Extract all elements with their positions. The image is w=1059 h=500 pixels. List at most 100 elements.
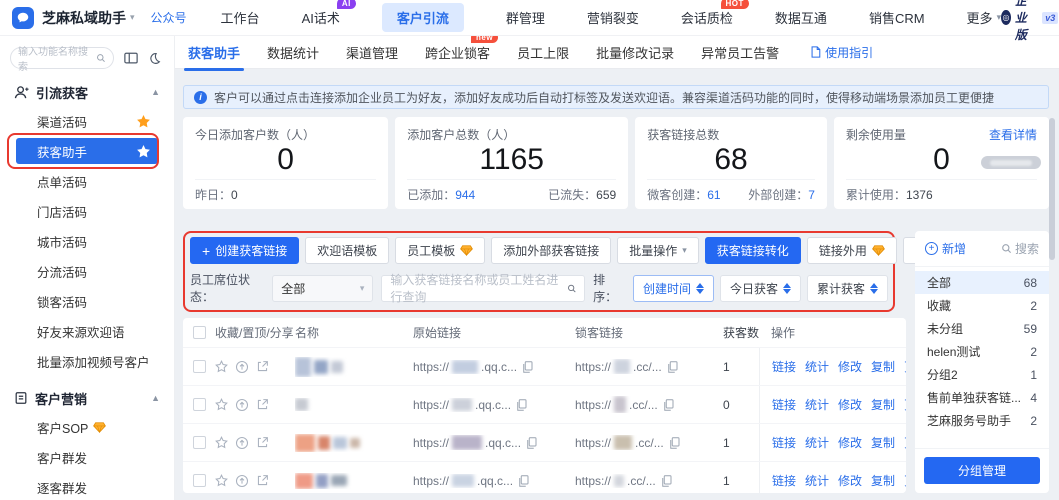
toolbar-button-1[interactable]: 欢迎语模板	[305, 237, 389, 264]
share-icon[interactable]	[256, 360, 269, 373]
nav-item-5[interactable]: 会话质检HOT	[681, 8, 733, 27]
sidebar-section-0[interactable]: 引流获客 ▲	[0, 78, 174, 106]
group-item-5[interactable]: 售前单独获客链...4	[915, 386, 1049, 409]
row-action-0[interactable]: 链接	[772, 358, 796, 375]
row-action-4[interactable]: 更多	[904, 396, 906, 413]
tab-5[interactable]: 批量修改记录	[596, 43, 674, 62]
sidebar-section-1[interactable]: 客户营销 ▲	[0, 384, 174, 412]
theme-moon-icon[interactable]	[148, 52, 161, 65]
row-checkbox[interactable]	[193, 474, 206, 487]
sidebar-item[interactable]: 锁客活码	[0, 286, 174, 316]
pin-top-icon[interactable]	[235, 436, 249, 450]
tab-1[interactable]: 数据统计	[267, 43, 319, 62]
page-scrollbar[interactable]	[1049, 118, 1055, 260]
sort-button-2[interactable]: 累计获客	[807, 275, 888, 302]
toolbar-button-5[interactable]: 获客链接转化	[705, 237, 801, 264]
row-action-2[interactable]: 修改	[838, 396, 862, 413]
sidebar-item[interactable]: 渠道活码	[0, 106, 174, 136]
star-icon[interactable]	[137, 115, 150, 128]
sort-button-1[interactable]: 今日获客	[720, 275, 801, 302]
copy-icon[interactable]	[663, 399, 674, 411]
pin-top-icon[interactable]	[235, 398, 249, 412]
nav-item-8[interactable]: 更多 ▾	[967, 8, 1002, 27]
select-all-checkbox[interactable]	[193, 326, 206, 339]
row-action-1[interactable]: 统计	[805, 472, 829, 489]
nav-item-1[interactable]: AI话术AI	[302, 8, 340, 27]
share-icon[interactable]	[256, 436, 269, 449]
collapsed-tag[interactable]	[981, 156, 1041, 169]
row-action-2[interactable]: 修改	[838, 358, 862, 375]
nav-item-7[interactable]: 销售CRM	[869, 8, 925, 27]
sidebar-item[interactable]: 获客助手	[16, 138, 158, 164]
sidebar-item[interactable]: 客户群发	[0, 442, 174, 472]
pin-top-icon[interactable]	[235, 360, 249, 374]
app-title-chevron-icon[interactable]: ▾	[130, 12, 135, 23]
sidebar-item[interactable]: 分流活码	[0, 256, 174, 286]
row-action-2[interactable]: 修改	[838, 434, 862, 451]
row-action-1[interactable]: 统计	[805, 434, 829, 451]
copy-icon[interactable]	[669, 437, 680, 449]
tab-2[interactable]: 渠道管理	[346, 43, 398, 62]
sidebar-item[interactable]: 好友来源欢迎语	[0, 316, 174, 346]
sidebar-item[interactable]: 城市活码	[0, 226, 174, 256]
toolbar-button-2[interactable]: 员工模板	[395, 237, 485, 264]
share-icon[interactable]	[256, 474, 269, 487]
toolbar-button-0[interactable]: + 创建获客链接	[190, 237, 299, 264]
sidebar-item[interactable]: 点单活码	[0, 166, 174, 196]
sidebar-item[interactable]: 门店活码	[0, 196, 174, 226]
copy-icon[interactable]	[661, 475, 672, 487]
row-checkbox[interactable]	[193, 360, 206, 373]
add-group-button[interactable]: + 新增	[925, 240, 966, 257]
group-item-4[interactable]: 分组21	[915, 363, 1049, 386]
row-action-3[interactable]: 复制	[871, 472, 895, 489]
row-action-0[interactable]: 链接	[772, 472, 796, 489]
row-action-4[interactable]: 更多	[904, 472, 906, 489]
copy-icon[interactable]	[526, 437, 537, 449]
nav-item-0[interactable]: 工作台	[221, 8, 260, 27]
pin-top-icon[interactable]	[235, 474, 249, 488]
usage-guide-link[interactable]: 使用指引	[810, 44, 873, 61]
star-icon[interactable]	[137, 145, 150, 158]
sidebar-item[interactable]: 客户SOP	[0, 412, 174, 442]
nav-item-3[interactable]: 群管理	[506, 8, 545, 27]
row-checkbox[interactable]	[193, 398, 206, 411]
tab-0[interactable]: 获客助手	[188, 43, 240, 62]
row-action-0[interactable]: 链接	[772, 434, 796, 451]
star-icon[interactable]	[215, 360, 228, 373]
toolbar-button-3[interactable]: 添加外部获客链接	[491, 237, 611, 264]
copy-icon[interactable]	[667, 361, 678, 373]
copy-icon[interactable]	[516, 399, 527, 411]
group-search-button[interactable]: 搜索	[1001, 240, 1039, 257]
row-action-2[interactable]: 修改	[838, 472, 862, 489]
sort-button-0[interactable]: 创建时间	[633, 275, 714, 302]
nav-item-6[interactable]: 数据互通	[775, 8, 827, 27]
copy-icon[interactable]	[518, 475, 529, 487]
group-item-0[interactable]: 全部68	[915, 271, 1049, 294]
row-action-1[interactable]: 统计	[805, 358, 829, 375]
share-icon[interactable]	[256, 398, 269, 411]
row-action-3[interactable]: 复制	[871, 434, 895, 451]
sidebar-search-input[interactable]: 输入功能名称搜索	[10, 47, 114, 69]
star-icon[interactable]	[215, 398, 228, 411]
star-icon[interactable]	[215, 474, 228, 487]
row-action-1[interactable]: 统计	[805, 396, 829, 413]
view-details-link[interactable]: 查看详情	[989, 126, 1037, 143]
sidebar-item[interactable]: 逐客群发	[0, 472, 174, 500]
seat-status-select[interactable]: 全部▾	[272, 275, 373, 302]
group-item-3[interactable]: helen测试2	[915, 340, 1049, 363]
group-manage-button[interactable]: 分组管理	[924, 457, 1040, 484]
tab-6[interactable]: 异常员工告警	[701, 43, 779, 62]
group-item-6[interactable]: 芝麻服务号助手2	[915, 409, 1049, 432]
row-checkbox[interactable]	[193, 436, 206, 449]
tab-3[interactable]: 跨企业锁客new	[425, 43, 490, 62]
row-action-0[interactable]: 链接	[772, 396, 796, 413]
official-account-link[interactable]: 公众号	[151, 9, 187, 26]
group-item-1[interactable]: 收藏2	[915, 294, 1049, 317]
copy-icon[interactable]	[522, 361, 533, 373]
sidebar-item[interactable]: 批量添加视频号客户	[0, 346, 174, 376]
row-action-4[interactable]: 更多	[904, 434, 906, 451]
row-action-3[interactable]: 复制	[871, 358, 895, 375]
nav-item-2[interactable]: 客户引流	[382, 3, 464, 32]
row-action-3[interactable]: 复制	[871, 396, 895, 413]
toolbar-button-6[interactable]: 链接外用	[807, 237, 897, 264]
